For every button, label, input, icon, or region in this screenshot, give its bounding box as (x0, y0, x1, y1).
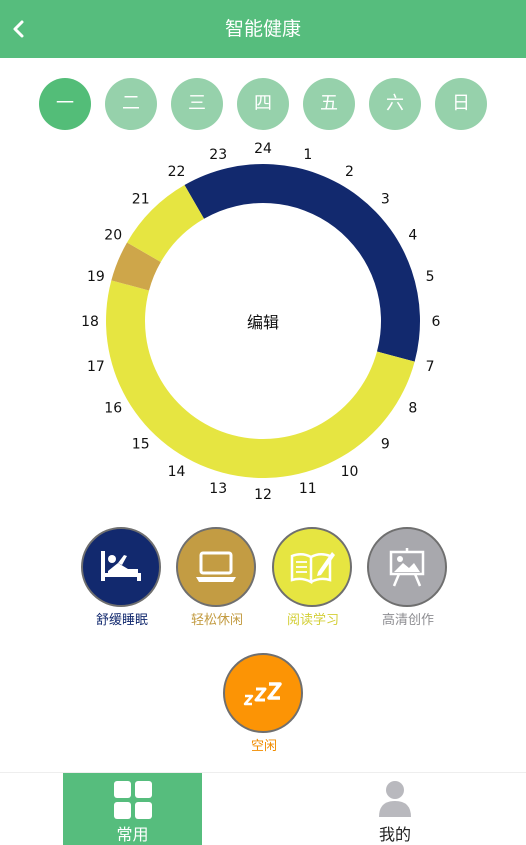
edit-button[interactable]: 编辑 (247, 313, 279, 332)
mode-label: 舒缓睡眠 (95, 613, 148, 628)
hour-label: 4 (408, 228, 417, 244)
mode-button-sleep[interactable]: 舒缓睡眠 (80, 525, 164, 629)
mode-label: 空闲 (250, 739, 277, 754)
mode-button-leisure[interactable]: 轻松休闲 (175, 525, 259, 629)
mode-label: 阅读学习 (286, 613, 339, 628)
hour-label: 17 (87, 359, 105, 375)
mode-circle (176, 527, 256, 607)
book-pen-icon (290, 552, 335, 585)
hour-label: 13 (209, 481, 227, 497)
tab-mine[interactable]: 我的 (330, 773, 460, 845)
mode-button-idle[interactable]: 空闲 (222, 651, 306, 755)
hour-label: 16 (104, 401, 122, 417)
hour-label: 24 (254, 141, 272, 157)
person-icon (379, 781, 411, 817)
hour-label: 22 (168, 164, 186, 180)
hour-label: 14 (168, 464, 186, 480)
hour-label: 2 (345, 164, 354, 180)
hour-label: 10 (341, 464, 359, 480)
tab-label: 我的 (378, 825, 411, 844)
hour-label: 3 (381, 192, 390, 208)
hour-label: 8 (408, 401, 417, 417)
laptop-icon (196, 551, 236, 582)
hour-label: 18 (81, 314, 99, 330)
tab-label: 常用 (116, 825, 149, 844)
tab-common[interactable]: 常用 (63, 773, 202, 845)
bottom-tab-bar: 常用 我的 (0, 772, 526, 845)
mode-label: 轻松休闲 (190, 613, 243, 628)
grid-icon (114, 781, 152, 819)
hour-label: 12 (254, 487, 272, 503)
hour-label: 21 (132, 192, 150, 208)
zzz-icon (243, 682, 282, 706)
hour-label: 23 (209, 147, 227, 163)
hour-label: 1 (303, 147, 312, 163)
hour-label: 19 (87, 269, 105, 285)
hour-label: 6 (432, 314, 441, 330)
schedule-clock[interactable]: 1234567891011121314151617181920212223 24 … (0, 0, 526, 520)
mode-label: 高清创作 (381, 613, 434, 628)
mode-button-create[interactable]: 高清创作 (366, 525, 450, 629)
hour-label: 11 (299, 481, 317, 497)
hour-label: 7 (426, 359, 435, 375)
hour-label: 9 (381, 436, 390, 452)
easel-picture-icon (389, 548, 425, 587)
sleep-bed-icon (101, 551, 141, 581)
ring-segment-reading[interactable] (106, 280, 415, 478)
mode-button-reading[interactable]: 阅读学习 (271, 525, 355, 629)
mode-circle (81, 527, 161, 607)
hour-label: 15 (132, 436, 150, 452)
hour-label: 20 (104, 228, 122, 244)
mode-circle (272, 527, 352, 607)
mode-circle (367, 527, 447, 607)
hour-label: 5 (426, 269, 435, 285)
mode-circle (223, 653, 303, 733)
